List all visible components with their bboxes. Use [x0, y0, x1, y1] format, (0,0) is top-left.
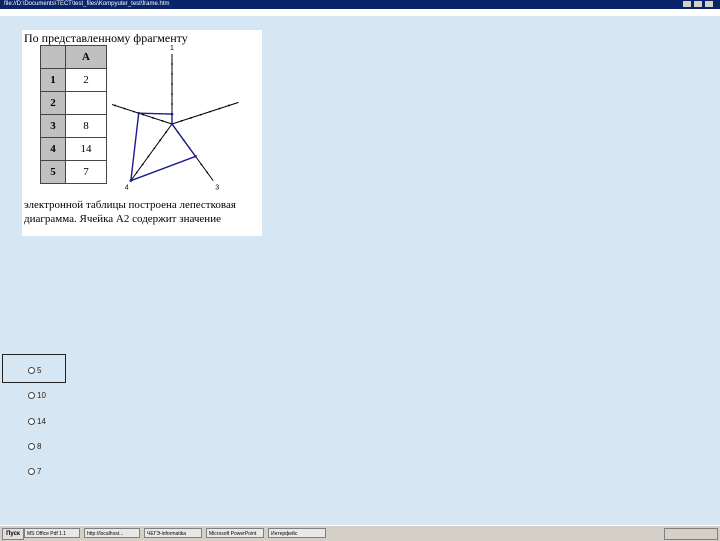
taskbar-item[interactable]: Интерфейс	[268, 528, 326, 538]
radar-tick	[190, 116, 192, 119]
answer-option[interactable]: 14	[28, 417, 46, 426]
corner-cell	[40, 45, 66, 69]
radar-tick	[171, 93, 173, 95]
taskbar-item[interactable]: MS Office Pdf 1.1	[24, 528, 80, 538]
radar-tick	[133, 110, 135, 113]
radar-tick	[123, 107, 126, 110]
window-title: file://D:\Documents\ТЕСТ\test_files\Komp…	[4, 1, 170, 7]
row-number: 3	[40, 114, 66, 138]
maximize-button[interactable]	[694, 1, 702, 7]
answer-option[interactable]: 10	[28, 391, 46, 400]
spreadsheet-fragment: A 12 2 38 4 14 57	[40, 45, 107, 184]
taskbar-item[interactable]: ЧЕГЭ-informatika	[144, 528, 202, 538]
radar-chart: 12345	[112, 45, 239, 191]
radar-point	[129, 179, 133, 182]
cell-a2	[65, 91, 107, 115]
radar-tick	[135, 171, 138, 174]
radar-point	[194, 155, 197, 158]
radar-series-polygon	[130, 112, 197, 182]
radar-tick	[171, 63, 173, 65]
radar-tick	[152, 116, 154, 119]
taskbar-item[interactable]: Microsoft PowerPoint	[206, 528, 264, 538]
minimize-button[interactable]	[683, 1, 691, 7]
radar-tick	[114, 104, 116, 107]
taskbar-item[interactable]: http://localhost...	[84, 528, 140, 538]
start-button[interactable]: Пуск	[2, 528, 24, 540]
radio-button[interactable]	[28, 443, 35, 450]
radar-tick	[180, 120, 183, 122]
radar-tick	[171, 103, 173, 105]
close-button[interactable]	[705, 1, 713, 7]
radar-tick	[206, 171, 209, 174]
radar-axis-label: 3	[215, 184, 219, 191]
radio-button[interactable]	[28, 392, 35, 399]
radar-tick	[153, 147, 156, 150]
row-number: 4	[40, 137, 66, 161]
answer-label: 10	[37, 391, 46, 400]
radar-tick	[200, 163, 203, 166]
cell-a3: 8	[65, 114, 107, 138]
radar-tick	[142, 113, 145, 116]
answer-option[interactable]: 5	[28, 366, 41, 375]
radar-tick	[171, 83, 173, 85]
system-tray	[664, 528, 718, 540]
radar-axis-label: 1	[170, 45, 174, 52]
answer-label: 7	[37, 467, 42, 476]
radio-button[interactable]	[28, 418, 35, 425]
cell-a4: 14	[65, 137, 107, 161]
radar-tick	[159, 139, 162, 142]
taskbar: Пуск MS Office Pdf 1.1 http://localhost.…	[0, 525, 720, 541]
radio-button[interactable]	[28, 468, 35, 475]
cell-a5: 7	[65, 160, 107, 184]
question-outro-text: электронной таблицы построена лепесткова…	[24, 199, 236, 225]
radar-point	[170, 112, 174, 116]
row-number: 2	[40, 91, 66, 115]
answer-label: 8	[37, 442, 42, 451]
radar-tick	[165, 131, 168, 133]
radar-tick	[161, 120, 164, 122]
radar-point	[137, 111, 141, 115]
answer-option[interactable]: 7	[28, 467, 41, 476]
browser-title-bar: file://D:\Documents\ТЕСТ\test_files\Komp…	[0, 0, 720, 9]
answer-label: 14	[37, 417, 46, 426]
radar-tick	[209, 110, 211, 113]
radar-tick	[141, 163, 144, 166]
radio-button[interactable]	[28, 367, 35, 374]
radar-tick	[199, 113, 202, 116]
page-top-strip	[0, 9, 720, 16]
question-image: По представленному фрагменту A 12 2 38 4…	[22, 30, 262, 236]
radar-tick	[147, 155, 150, 158]
radar-tick	[218, 107, 221, 110]
radar-axis-label: 4	[125, 184, 129, 191]
radar-tick	[228, 104, 230, 107]
row-number: 1	[40, 68, 66, 92]
row-number: 5	[40, 160, 66, 184]
column-header-a: A	[65, 45, 107, 69]
radar-tick	[171, 73, 173, 75]
answer-option[interactable]: 8	[28, 442, 41, 451]
cell-a1: 2	[65, 68, 107, 92]
answer-label: 5	[37, 366, 42, 375]
radar-point	[170, 122, 174, 126]
